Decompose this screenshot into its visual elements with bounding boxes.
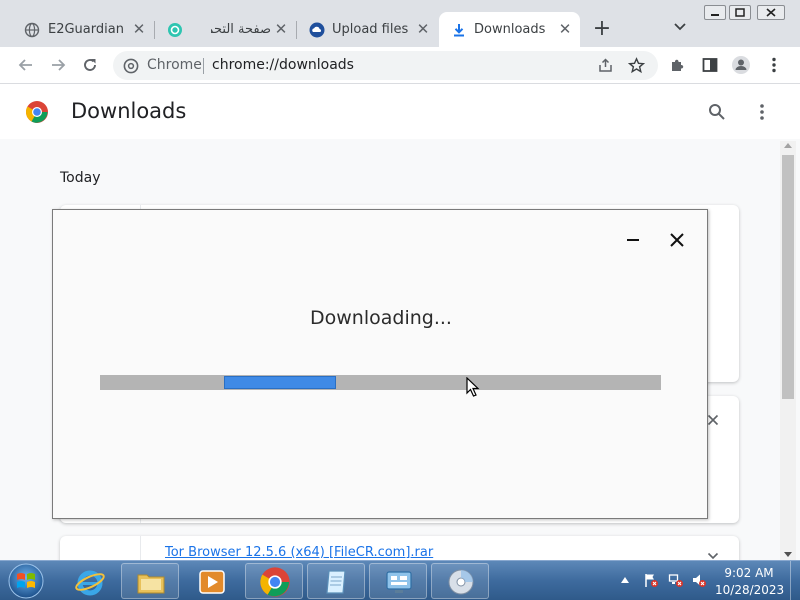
share-icon[interactable] <box>597 57 614 74</box>
tab-title: Upload files fo <box>332 22 408 37</box>
tab-title: Downloads <box>474 22 546 37</box>
cloud-icon <box>309 22 325 38</box>
chrome-menu-button[interactable] <box>764 55 784 75</box>
circle-logo-icon <box>168 23 182 37</box>
search-icon[interactable] <box>708 103 726 121</box>
date-group-heading: Today <box>60 170 101 186</box>
tab-upload-files[interactable]: Upload files fo ✕ <box>297 12 438 47</box>
clock-date[interactable]: 10/28/2023 <box>715 583 784 597</box>
close-tab-icon[interactable]: ✕ <box>414 20 432 38</box>
dialog-minimize-button[interactable] <box>625 232 641 248</box>
dialog-message: Downloading... <box>310 307 452 329</box>
globe-icon <box>24 22 40 38</box>
notepad-icon <box>326 570 346 594</box>
window-minimize-button[interactable] <box>704 5 726 20</box>
chrome-logo-icon <box>123 58 139 74</box>
chrome-logo-icon <box>260 567 290 597</box>
card-divider <box>140 536 141 560</box>
chevron-down-icon[interactable] <box>707 552 719 560</box>
profile-button[interactable] <box>731 55 751 75</box>
close-icon <box>670 233 684 247</box>
windows-taskbar: 9:02 AM 10/28/2023 <box>0 560 800 600</box>
tab-title: صفحة التحميل <box>211 22 271 37</box>
browser-toolbar: Chrome chrome://downloads <box>0 47 800 84</box>
taskbar-media-player[interactable] <box>182 563 240 599</box>
tab-download-page[interactable]: صفحة التحميل ✕ <box>155 12 296 47</box>
window-close-button[interactable] <box>757 5 785 20</box>
control-panel-icon <box>386 571 412 593</box>
disc-icon <box>448 569 474 595</box>
chrome-logo-icon <box>26 101 48 123</box>
new-tab-button[interactable]: + <box>591 18 613 41</box>
page-title: Downloads <box>71 99 187 123</box>
taskbar-file-explorer[interactable] <box>121 563 179 599</box>
address-bar[interactable]: Chrome chrome://downloads <box>113 51 658 80</box>
extensions-button[interactable] <box>668 55 688 75</box>
scroll-up-arrow[interactable] <box>784 143 792 148</box>
close-tab-icon[interactable]: ✕ <box>130 20 148 38</box>
url-text[interactable]: chrome://downloads <box>212 57 354 73</box>
taskbar-disc-burner[interactable] <box>431 563 489 599</box>
tab-e2guardian[interactable]: E2Guardian - / ✕ <box>12 12 154 47</box>
progress-bar-fill <box>224 376 336 389</box>
more-vertical-icon[interactable] <box>753 102 771 122</box>
close-tab-icon[interactable]: ✕ <box>556 20 574 38</box>
taskbar-internet-explorer[interactable] <box>60 563 118 599</box>
download-file-link[interactable]: Tor Browser 12.5.6 (x64) [FileCR.com].ra… <box>165 545 433 560</box>
taskbar-control-panel[interactable] <box>369 563 427 599</box>
internet-explorer-icon <box>75 570 105 596</box>
dialog-close-button[interactable] <box>667 230 687 250</box>
page-scrollbar[interactable] <box>780 141 796 560</box>
download-progress-dialog: Downloading... <box>52 209 708 519</box>
action-center-flag-icon[interactable] <box>643 572 659 588</box>
reload-icon <box>84 59 96 71</box>
show-hidden-icons-button[interactable] <box>621 577 629 583</box>
mouse-cursor-icon <box>466 377 480 397</box>
omnibox-divider <box>203 58 204 74</box>
bookmark-star-icon[interactable] <box>628 57 645 74</box>
side-panel-icon <box>702 58 718 72</box>
back-button[interactable] <box>16 55 36 75</box>
taskbar-notepad[interactable] <box>307 563 365 599</box>
arrow-right-icon <box>52 59 66 71</box>
scrollbar-thumb[interactable] <box>782 155 794 399</box>
downloads-header: Downloads <box>0 85 800 139</box>
site-label: Chrome <box>147 57 202 73</box>
folder-icon <box>137 574 165 594</box>
puzzle-icon <box>672 59 684 71</box>
arrow-left-icon <box>18 59 32 71</box>
window-maximize-button[interactable] <box>729 5 751 20</box>
forward-button[interactable] <box>48 55 68 75</box>
progress-bar <box>100 375 661 390</box>
volume-muted-icon[interactable] <box>691 572 707 588</box>
remove-download-icon[interactable] <box>707 414 719 426</box>
clock-time[interactable]: 9:02 AM <box>715 566 783 580</box>
start-button[interactable] <box>6 562 46 600</box>
chevron-down-icon[interactable] <box>670 21 690 39</box>
close-tab-icon[interactable]: ✕ <box>272 20 290 38</box>
tab-downloads[interactable]: Downloads ✕ <box>439 12 580 47</box>
more-vertical-icon <box>772 57 776 73</box>
tab-strip: E2Guardian - / ✕ صفحة التحميل ✕ Upload f… <box>0 0 800 47</box>
show-desktop-button[interactable] <box>790 561 800 600</box>
tab-title: E2Guardian - / <box>48 22 128 37</box>
download-icon <box>454 24 464 37</box>
media-player-icon <box>199 570 225 594</box>
avatar-icon <box>732 56 750 74</box>
taskbar-chrome[interactable] <box>245 563 303 599</box>
reload-button[interactable] <box>80 55 100 75</box>
scroll-down-arrow[interactable] <box>784 552 792 557</box>
download-card: Tor Browser 12.5.6 (x64) [FileCR.com].ra… <box>60 536 739 560</box>
network-icon[interactable] <box>668 572 684 588</box>
side-panel-button[interactable] <box>700 55 720 75</box>
